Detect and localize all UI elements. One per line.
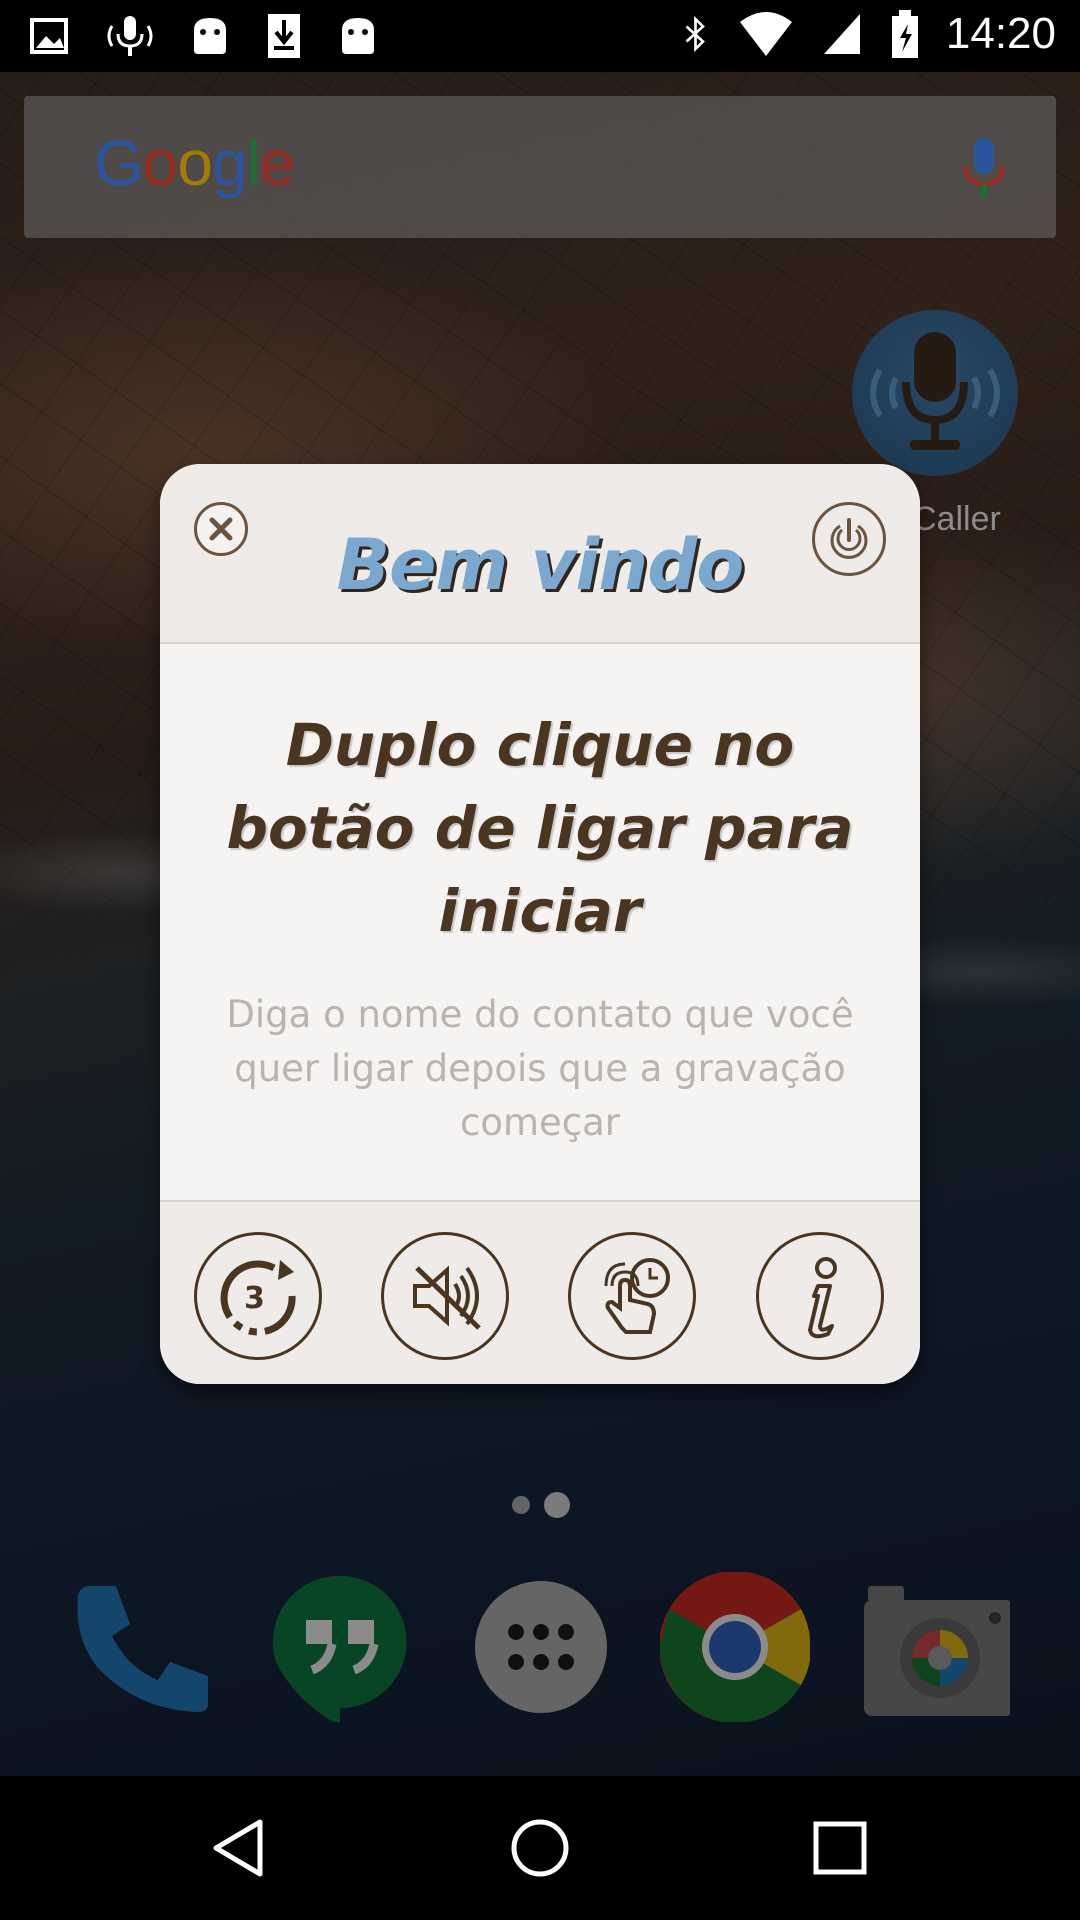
mute-button[interactable] xyxy=(381,1232,509,1360)
dialog-header: Bem vindo xyxy=(160,464,920,644)
android-icon xyxy=(194,18,226,54)
dialog-headline: Duplo clique no botão de ligar para inic… xyxy=(226,711,854,945)
back-icon xyxy=(213,1819,263,1877)
power-button[interactable] xyxy=(812,502,886,576)
dialog-footer: 3 xyxy=(160,1200,920,1384)
svg-text:3: 3 xyxy=(244,1281,265,1316)
touch-timer-button[interactable] xyxy=(568,1232,696,1360)
navigation-bar xyxy=(0,1776,1080,1920)
image-icon xyxy=(30,18,68,54)
countdown-3-icon: 3 xyxy=(220,1260,296,1336)
countdown-button[interactable]: 3 xyxy=(194,1232,322,1360)
wifi-icon xyxy=(739,12,792,56)
status-time: 14:20 xyxy=(945,9,1056,58)
voice-icon xyxy=(107,16,153,56)
dialog-title: Bem vindo xyxy=(336,524,745,606)
android-icon xyxy=(342,18,374,54)
home-button[interactable] xyxy=(504,1812,576,1884)
bluetooth-icon xyxy=(685,15,705,53)
recents-button[interactable] xyxy=(804,1812,876,1884)
home-icon xyxy=(511,1819,569,1877)
recents-icon xyxy=(813,1821,867,1875)
dialog-body: Duplo clique no botão de ligar para inic… xyxy=(160,644,920,1200)
dialog-description: Diga o nome do contato que você quer lig… xyxy=(226,993,854,1144)
battery-icon xyxy=(891,10,918,58)
signal-icon xyxy=(823,14,860,54)
power-icon xyxy=(830,518,868,559)
info-icon xyxy=(808,1257,837,1339)
status-bar: 14:20 xyxy=(0,0,1080,72)
welcome-dialog: Bem vindo Duplo clique no botão de ligar… xyxy=(160,464,920,1384)
mute-icon xyxy=(413,1265,481,1330)
touch-timer-icon xyxy=(604,1258,670,1334)
back-button[interactable] xyxy=(204,1812,276,1884)
download-icon xyxy=(268,14,300,58)
info-button[interactable] xyxy=(756,1232,884,1360)
